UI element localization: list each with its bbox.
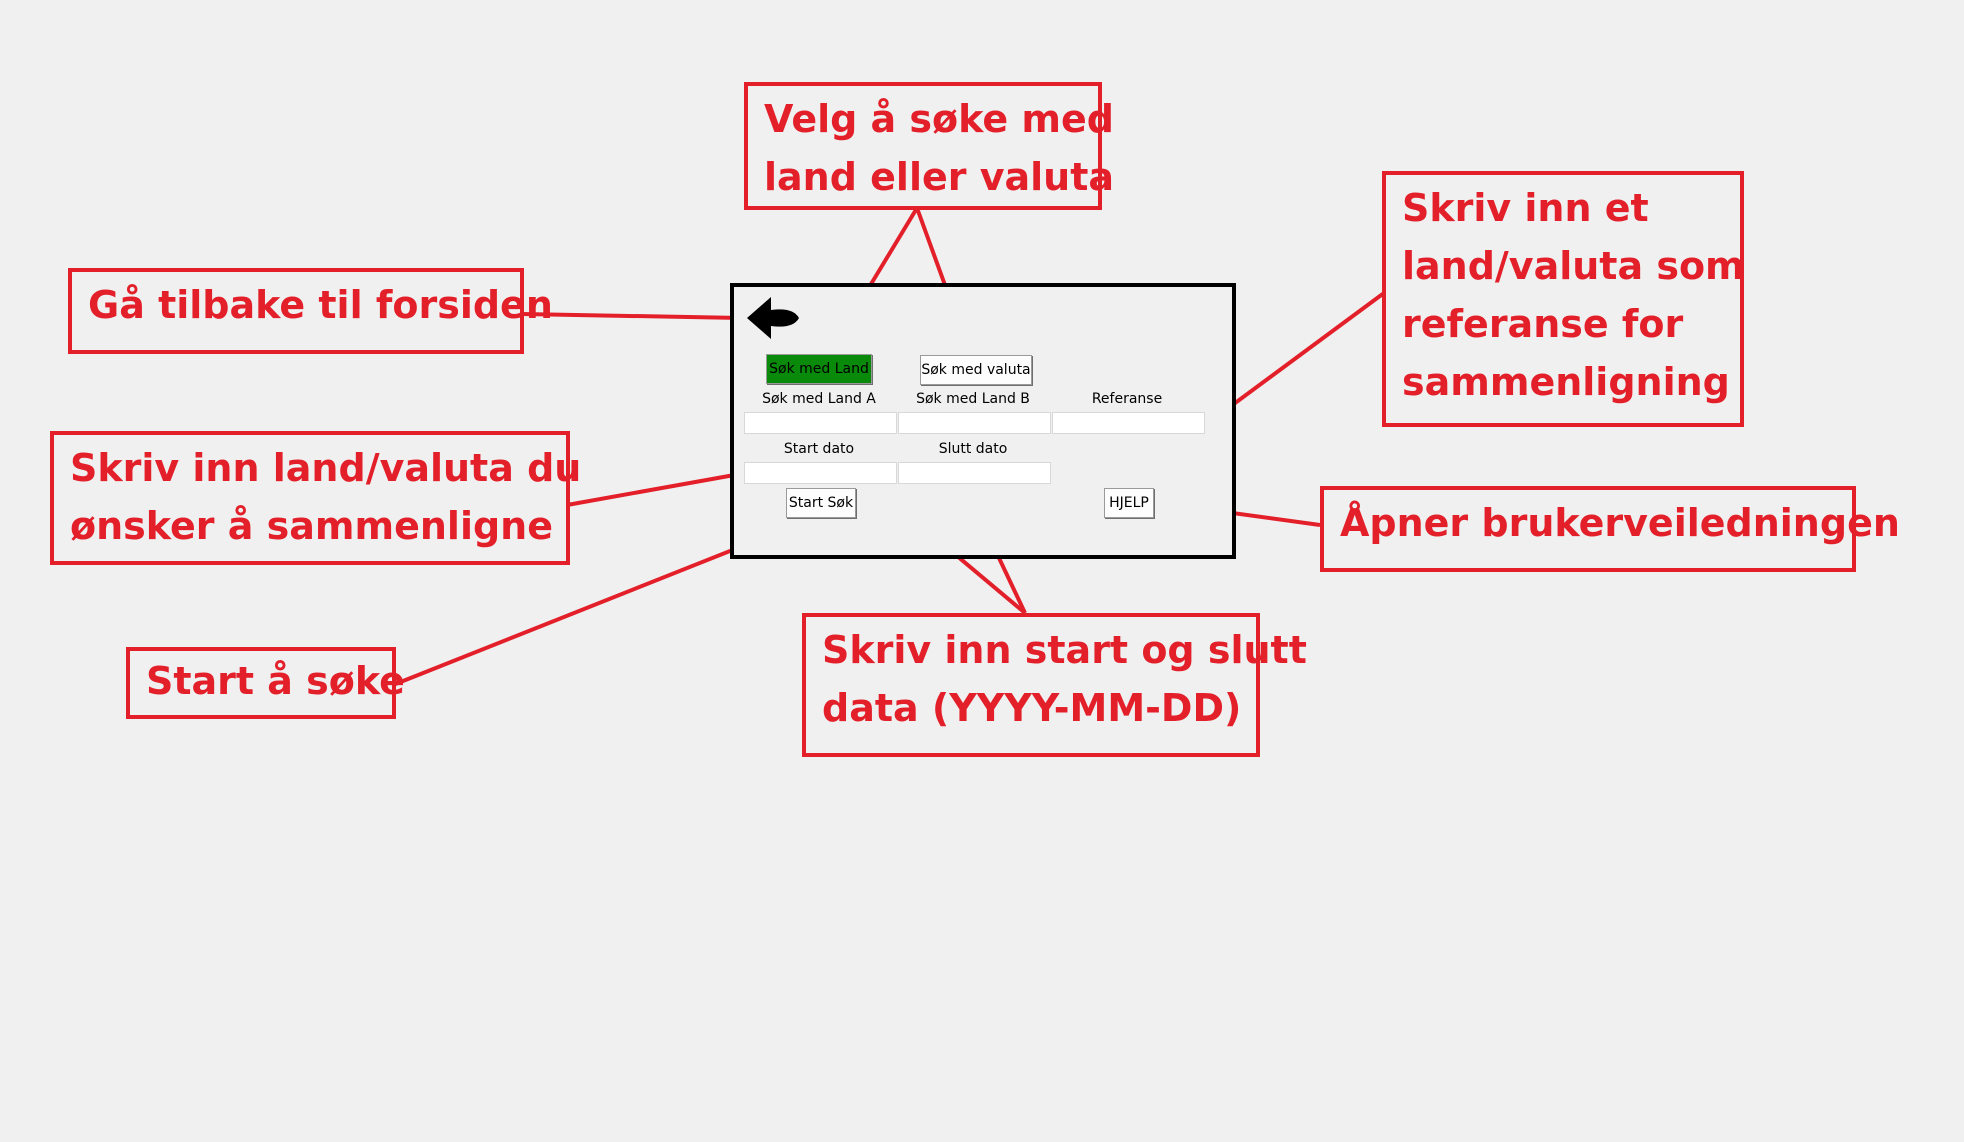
callout-compare-line1: Skriv inn land/valuta du bbox=[70, 446, 582, 490]
callout-dates: Skriv inn start og slutt data (YYYY-MM-D… bbox=[802, 613, 1307, 757]
callout-reference: Skriv inn et land/valuta som referanse f… bbox=[1382, 171, 1745, 427]
country-a-input[interactable] bbox=[744, 412, 897, 434]
start-search-button[interactable]: Start Søk bbox=[786, 488, 856, 518]
callout-back: Gå tilbake til forsiden bbox=[68, 268, 553, 354]
callout-start-search: Start å søke bbox=[126, 647, 405, 719]
callout-reference-line2: land/valuta som bbox=[1402, 244, 1745, 288]
search-by-country-button[interactable]: Søk med Land bbox=[766, 354, 872, 384]
callout-reference-line4: sammenligning bbox=[1402, 360, 1730, 404]
callout-mode-line2: land eller valuta bbox=[764, 155, 1115, 199]
callout-help-text: Åpner brukerveiledningen bbox=[1340, 501, 1900, 545]
callout-reference-line3: referanse for bbox=[1402, 302, 1684, 346]
back-arrow-icon[interactable] bbox=[745, 295, 801, 341]
reference-input[interactable] bbox=[1052, 412, 1205, 434]
callout-help: Åpner brukerveiledningen bbox=[1320, 486, 1900, 572]
country-b-input[interactable] bbox=[898, 412, 1051, 434]
callout-back-text: Gå tilbake til forsiden bbox=[88, 283, 553, 327]
help-button[interactable]: HJELP bbox=[1104, 488, 1154, 518]
app-window: Søk med Land Søk med valuta Søk med Land… bbox=[730, 283, 1236, 559]
callout-reference-line1: Skriv inn et bbox=[1402, 186, 1649, 230]
label-country-a: Søk med Land A bbox=[762, 391, 876, 407]
start-date-input[interactable] bbox=[744, 462, 897, 484]
label-end-date: Slutt dato bbox=[938, 441, 1008, 457]
callout-dates-line2: data (YYYY-MM-DD) bbox=[822, 686, 1242, 730]
callout-mode: Velg å søke med land eller valuta bbox=[744, 82, 1115, 210]
callout-start-search-text: Start å søke bbox=[146, 659, 405, 703]
callout-compare: Skriv inn land/valuta du ønsker å sammen… bbox=[50, 431, 582, 565]
search-by-currency-button[interactable]: Søk med valuta bbox=[920, 355, 1032, 385]
label-start-date: Start dato bbox=[783, 441, 855, 457]
label-reference: Referanse bbox=[1091, 391, 1163, 407]
end-date-input[interactable] bbox=[898, 462, 1051, 484]
callout-mode-line1: Velg å søke med bbox=[764, 97, 1114, 141]
callout-compare-line2: ønsker å sammenligne bbox=[70, 504, 553, 548]
callout-dates-line1: Skriv inn start og slutt bbox=[822, 628, 1307, 672]
label-country-b: Søk med Land B bbox=[916, 391, 1030, 407]
